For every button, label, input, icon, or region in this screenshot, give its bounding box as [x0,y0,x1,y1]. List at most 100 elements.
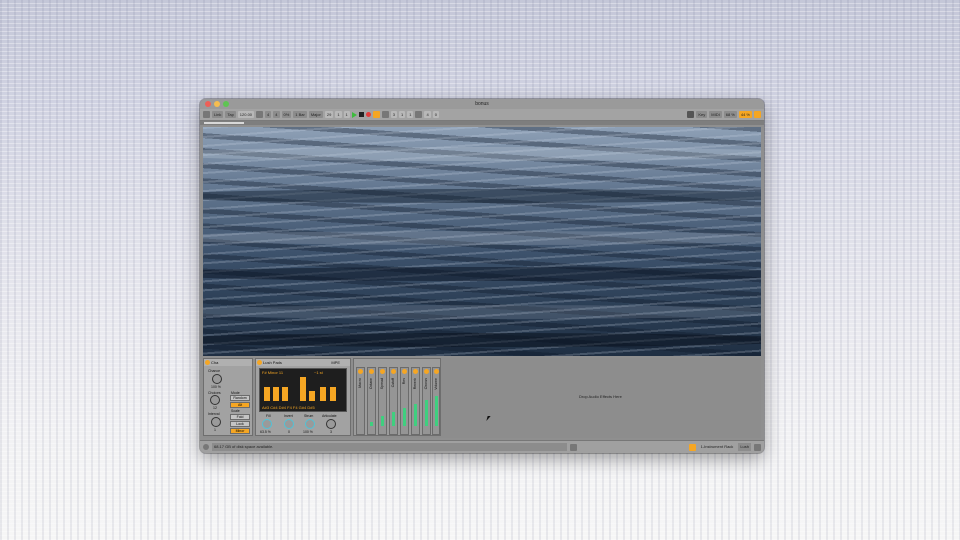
quantization-select[interactable]: 1 Bar [293,111,307,118]
metronome-level[interactable]: 0% [281,111,292,118]
play-icon[interactable] [351,111,357,118]
selected-track-name[interactable]: 1-Instrument Rack [699,443,736,451]
ableton-window: bonus Link Tap 120.00 4 4 0% 1 Bar Major… [200,99,764,453]
chord-display[interactable]: F# Minor 11 ~1 st A#3 C#4 D#4 F4 F4 G#4 … [259,368,347,412]
alt-toggle[interactable]: Alt [230,402,250,408]
loop-start-beat[interactable]: 1 [399,111,406,118]
selected-device-name[interactable]: Lush [738,443,751,451]
macro-name: Macro [358,378,362,388]
macro-strip[interactable]: Res [400,367,409,435]
articulate-knob[interactable] [326,419,336,429]
loop-start-bar[interactable]: 3 [390,111,398,118]
expand-arrow-icon[interactable] [570,443,577,451]
macro-led [402,369,407,374]
macro-fader[interactable] [370,422,373,426]
macro-fader[interactable] [425,400,428,426]
audio-effects-drop-zone[interactable]: Drop Audio Effects Here [443,358,761,438]
key-map-icon[interactable] [687,111,695,118]
record-icon[interactable] [365,112,371,117]
macro-strip[interactable]: Macro [356,367,365,435]
view-toggle-icon[interactable] [203,111,210,118]
wave-shadow [203,267,761,281]
info-icon[interactable] [203,444,209,450]
link-button[interactable]: Link [212,111,224,118]
fill-value: 63.5 % [260,430,271,434]
macro-fader[interactable] [403,408,406,426]
stop-icon[interactable] [358,112,364,117]
choices-knob[interactable] [210,395,220,405]
chord-bar [330,387,336,401]
key-map-button[interactable]: Key [696,111,708,118]
articulate-value: 3 [330,430,332,434]
minimize-icon[interactable] [214,101,220,107]
chance-device-title: Cha [211,360,219,365]
device-on-icon[interactable] [257,360,262,365]
lush-pads-title: Lush Pads [263,360,282,365]
macro-fader[interactable] [414,404,417,426]
chord-name: F# Minor 11 [262,370,284,375]
device-on-icon[interactable] [205,360,210,365]
fill-knob[interactable] [262,419,272,429]
chance-value: 100 % [211,385,221,389]
arrangement-position-sixteenth[interactable]: 1 [343,111,350,118]
macro-strip[interactable]: Octave [367,367,376,435]
lush-pads-device: Lush Pads MPE F# Minor 11 ~1 st A#3 C#4 D… [255,358,351,436]
macro-name: Cutoff [391,378,395,388]
invert-label: Invert [284,414,293,418]
macro-strip[interactable]: Spread [378,367,387,435]
time-signature-numerator[interactable]: 4 [265,111,272,118]
tap-button[interactable]: Tap [225,111,236,118]
midi-map-button[interactable]: MIDI [709,111,722,118]
scrubber-position[interactable] [204,122,244,124]
scale-select[interactable]: Minor [230,428,250,434]
maximize-icon[interactable] [223,101,229,107]
device-chain: Cha Chance 100 % Choices 12 Mode Random … [203,358,761,438]
strum-knob[interactable] [305,419,315,429]
scale-key-select[interactable]: Major [308,111,323,118]
interval-knob[interactable] [211,417,221,427]
arrangement-position-bar[interactable]: 29 [324,111,334,118]
arrangement-position-beat[interactable]: 1 [335,111,342,118]
automation-arm-icon[interactable] [372,111,380,118]
time-signature-denominator[interactable]: 4 [273,111,280,118]
macro-fader[interactable] [435,396,438,426]
macro-name: Res [402,378,406,385]
tempo-field[interactable]: 120.00 [237,111,255,118]
draw-mode-icon[interactable] [415,111,423,118]
macro-strip[interactable]: Reverb [411,367,420,435]
fold-button[interactable]: Fold [230,414,250,420]
interval-label: Interval [208,412,220,416]
chord-bar [273,387,279,401]
loop-length-beat[interactable]: 0 [432,111,439,118]
lush-pads-header[interactable]: Lush Pads MPE [256,359,350,366]
title-bar: bonus [200,99,764,109]
mode-select[interactable]: Random [230,395,250,401]
overview-scrubber[interactable] [200,121,764,125]
loop-icon[interactable] [381,111,389,118]
lock-button[interactable]: Lock [230,421,250,427]
loop-start-sixteenth[interactable]: 1 [407,111,414,118]
menu-icon[interactable] [754,111,761,118]
wave-highlight [203,231,761,245]
macro-fader[interactable] [381,416,384,426]
chord-notes: A#3 C#4 D#4 F4 F4 G#4 D#5 [262,405,315,410]
chance-knob[interactable] [212,374,222,384]
articulate-label: Articulate [322,414,337,418]
chance-device-header[interactable]: Cha [204,359,252,366]
tempo-nudge-icon[interactable] [256,111,264,118]
close-icon[interactable] [205,101,211,107]
macro-led [369,369,374,374]
zoom-level[interactable]: 44 % [738,111,752,118]
macro-strip[interactable]: Cutoff [389,367,398,435]
strum-label: Strum [304,414,314,418]
wave-shadow [203,189,761,203]
mpe-label: MPE [331,360,340,365]
macro-strip[interactable]: Volume [432,367,440,435]
macro-fader[interactable] [392,412,395,426]
macro-strip[interactable]: Chorus [422,367,431,435]
drop-hint-text: Drop Audio Effects Here [579,394,622,399]
loop-length-bar[interactable]: 4 [424,111,431,118]
invert-knob[interactable] [284,419,294,429]
window-title: bonus [475,101,489,107]
fill-label: Fill [266,414,271,418]
